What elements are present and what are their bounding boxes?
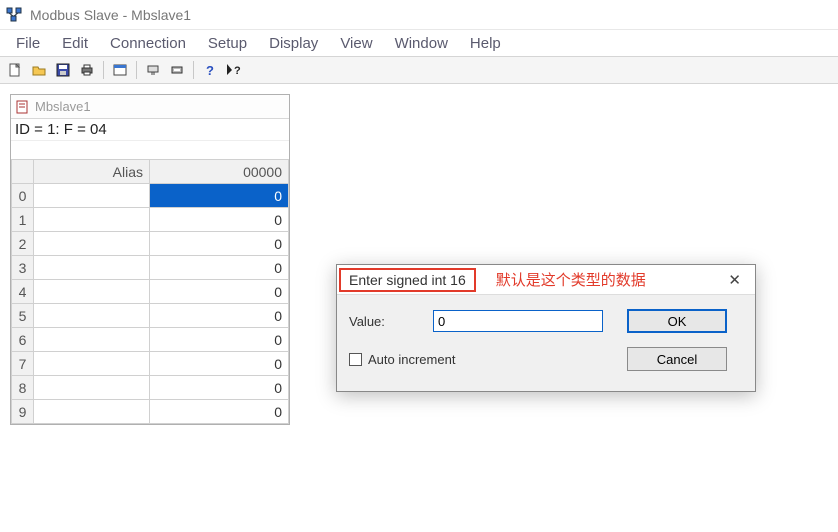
menu-file[interactable]: File: [8, 33, 48, 54]
svg-text:?: ?: [234, 65, 241, 77]
value-cell[interactable]: 0: [150, 280, 289, 304]
value-cell[interactable]: 0: [150, 376, 289, 400]
checkbox-icon: [349, 353, 362, 366]
app-title: Modbus Slave - Mbslave1: [30, 7, 191, 23]
row-header[interactable]: 4: [12, 280, 34, 304]
row-header[interactable]: 6: [12, 328, 34, 352]
alias-cell[interactable]: [34, 256, 150, 280]
table-row[interactable]: 80: [12, 376, 289, 400]
menu-setup[interactable]: Setup: [200, 33, 255, 54]
table-row[interactable]: 20: [12, 232, 289, 256]
menu-display[interactable]: Display: [261, 33, 326, 54]
toolbar: ? ?: [0, 56, 838, 84]
toolbar-separator: [103, 61, 104, 79]
new-file-icon[interactable]: [4, 59, 26, 81]
toolbar-separator: [193, 61, 194, 79]
menu-window[interactable]: Window: [387, 33, 456, 54]
save-icon[interactable]: [52, 59, 74, 81]
table-row[interactable]: 10: [12, 208, 289, 232]
child-title: Mbslave1: [35, 99, 91, 114]
main-titlebar: Modbus Slave - Mbslave1: [0, 0, 838, 30]
value-cell[interactable]: 0: [150, 256, 289, 280]
table-row[interactable]: 00: [12, 184, 289, 208]
child-titlebar[interactable]: Mbslave1: [11, 95, 289, 119]
open-file-icon[interactable]: [28, 59, 50, 81]
value-label: Value:: [349, 314, 419, 329]
alias-cell[interactable]: [34, 208, 150, 232]
table-row[interactable]: 40: [12, 280, 289, 304]
row-header[interactable]: 0: [12, 184, 34, 208]
row-header[interactable]: 3: [12, 256, 34, 280]
table-row[interactable]: 50: [12, 304, 289, 328]
about-icon[interactable]: ?: [199, 59, 221, 81]
child-window: Mbslave1 ID = 1: F = 04 Alias 00000 0010…: [10, 94, 290, 425]
window-icon[interactable]: [109, 59, 131, 81]
ok-button[interactable]: OK: [627, 309, 727, 333]
dialog-annotation: 默认是这个类型的数据: [496, 269, 723, 290]
value-entry-dialog: Enter signed int 16 默认是这个类型的数据 ✕ Value: …: [336, 264, 756, 392]
value-cell[interactable]: 0: [150, 208, 289, 232]
row-header[interactable]: 2: [12, 232, 34, 256]
alias-cell[interactable]: [34, 376, 150, 400]
connection-icon[interactable]: [142, 59, 164, 81]
value-cell[interactable]: 0: [150, 328, 289, 352]
menu-connection[interactable]: Connection: [102, 33, 194, 54]
table-row[interactable]: 90: [12, 400, 289, 424]
alias-cell[interactable]: [34, 232, 150, 256]
value-cell[interactable]: 0: [150, 400, 289, 424]
row-header[interactable]: 1: [12, 208, 34, 232]
value-cell[interactable]: 0: [150, 184, 289, 208]
app-icon: [6, 7, 22, 23]
toolbar-separator: [136, 61, 137, 79]
document-icon: [15, 100, 29, 114]
alias-cell[interactable]: [34, 400, 150, 424]
value-cell[interactable]: 0: [150, 352, 289, 376]
device-icon[interactable]: [166, 59, 188, 81]
auto-increment-label: Auto increment: [368, 352, 455, 367]
whatsthis-icon[interactable]: ?: [223, 59, 245, 81]
status-line: ID = 1: F = 04: [11, 119, 289, 141]
value-cell[interactable]: 0: [150, 304, 289, 328]
dialog-title: Enter signed int 16: [339, 268, 476, 292]
alias-cell[interactable]: [34, 304, 150, 328]
table-row[interactable]: 70: [12, 352, 289, 376]
menu-view[interactable]: View: [332, 33, 380, 54]
dialog-titlebar[interactable]: Enter signed int 16 默认是这个类型的数据 ✕: [337, 265, 755, 295]
table-row[interactable]: 30: [12, 256, 289, 280]
menu-bar: File Edit Connection Setup Display View …: [0, 30, 838, 56]
column-alias[interactable]: Alias: [34, 160, 150, 184]
cancel-button[interactable]: Cancel: [627, 347, 727, 371]
table-row[interactable]: 60: [12, 328, 289, 352]
row-header[interactable]: 8: [12, 376, 34, 400]
menu-edit[interactable]: Edit: [54, 33, 96, 54]
row-header[interactable]: 5: [12, 304, 34, 328]
row-header[interactable]: 9: [12, 400, 34, 424]
alias-cell[interactable]: [34, 328, 150, 352]
alias-cell[interactable]: [34, 184, 150, 208]
row-header[interactable]: 7: [12, 352, 34, 376]
value-cell[interactable]: 0: [150, 232, 289, 256]
alias-cell[interactable]: [34, 280, 150, 304]
table-corner: [12, 160, 34, 184]
value-input[interactable]: [433, 310, 603, 332]
auto-increment-checkbox[interactable]: Auto increment: [349, 352, 603, 367]
alias-cell[interactable]: [34, 352, 150, 376]
menu-help[interactable]: Help: [462, 33, 509, 54]
print-icon[interactable]: [76, 59, 98, 81]
column-value[interactable]: 00000: [150, 160, 289, 184]
close-icon[interactable]: ✕: [722, 271, 747, 289]
register-table[interactable]: Alias 00000 00102030405060708090: [11, 159, 289, 424]
